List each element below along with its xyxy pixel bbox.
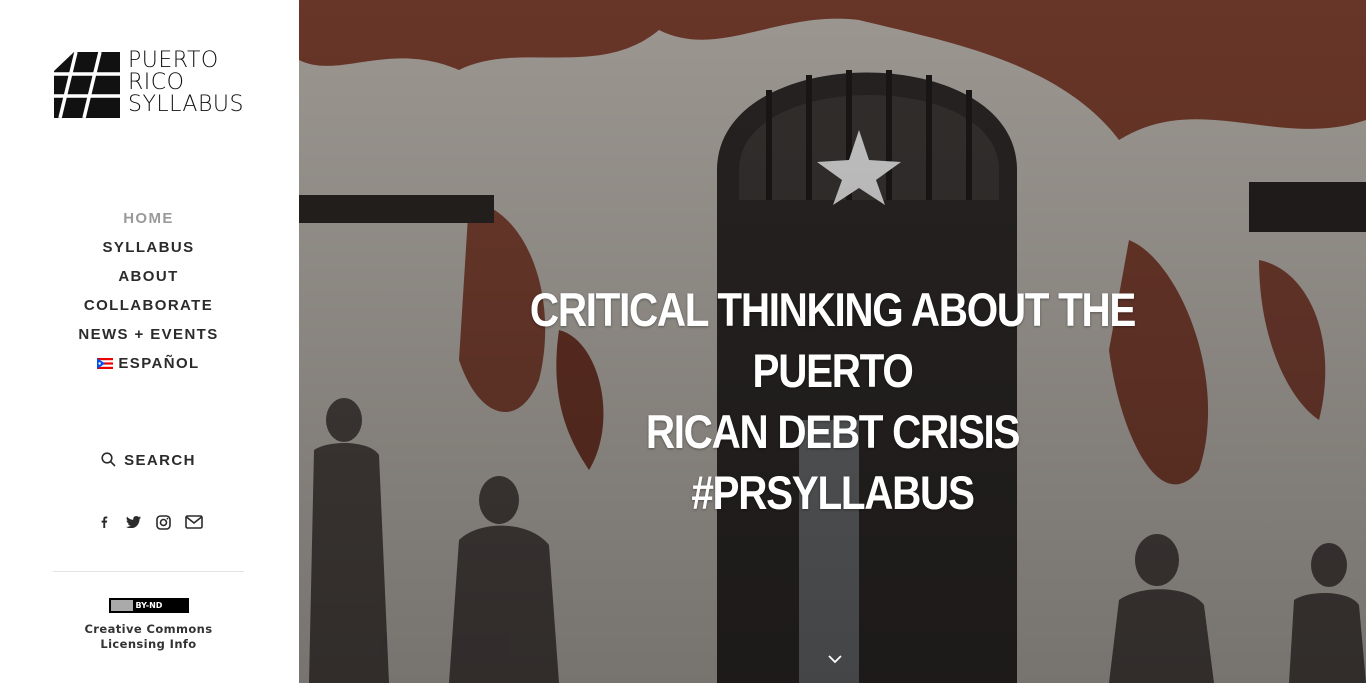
sidebar-divider bbox=[53, 571, 244, 572]
chevron-down-icon[interactable] bbox=[827, 654, 843, 664]
hero-title-line-3: #PRSYLLABUS bbox=[691, 466, 975, 520]
hero-title-line-2: RICAN DEBT CRISIS bbox=[645, 405, 1021, 459]
license-label-line-1: Creative Commons bbox=[84, 622, 213, 636]
license-block: BY-ND Creative Commons Licensing Info bbox=[0, 598, 297, 652]
nav-item-collaborate[interactable]: COLLABORATE bbox=[0, 295, 297, 324]
email-icon[interactable] bbox=[184, 512, 203, 532]
logo-line-3: SYLLABUS bbox=[128, 92, 244, 117]
nav-item-about[interactable]: ABOUT bbox=[0, 266, 297, 295]
creative-commons-badge-icon[interactable]: BY-ND bbox=[108, 598, 189, 613]
hero-title-line-1: CRITICAL THINKING ABOUT THE PUERTO bbox=[529, 283, 1136, 398]
cc-badge-text: BY-ND bbox=[135, 601, 163, 610]
nav-item-espanol-label: ESPAÑOL bbox=[118, 355, 200, 372]
puerto-rico-flag-icon bbox=[97, 358, 114, 369]
instagram-icon[interactable] bbox=[155, 512, 173, 532]
social-links bbox=[0, 512, 297, 532]
logo-wordmark: PUERTO RICO SYLLABUS bbox=[128, 50, 244, 116]
hero-title: CRITICAL THINKING ABOUT THE PUERTO RICAN… bbox=[477, 279, 1188, 523]
logo-line-2: RICO bbox=[128, 70, 185, 95]
license-label-line-2: Licensing Info bbox=[100, 637, 197, 651]
nav-item-home[interactable]: HOME bbox=[0, 208, 297, 237]
logo-line-1: PUERTO bbox=[128, 48, 219, 73]
search-button[interactable]: SEARCH bbox=[0, 452, 297, 469]
facebook-icon[interactable] bbox=[95, 512, 113, 532]
search-icon bbox=[101, 452, 116, 467]
nav-item-syllabus[interactable]: SYLLABUS bbox=[0, 237, 297, 266]
logo-mark-icon bbox=[54, 52, 120, 118]
nav-item-espanol[interactable]: ESPAÑOL bbox=[0, 353, 297, 382]
nav-item-news-events[interactable]: NEWS + EVENTS bbox=[0, 324, 297, 353]
sidebar: PUERTO RICO SYLLABUS HOME SYLLABUS ABOUT… bbox=[0, 0, 299, 683]
main-navigation: HOME SYLLABUS ABOUT COLLABORATE NEWS + E… bbox=[0, 208, 297, 382]
hero-banner: CRITICAL THINKING ABOUT THE PUERTO RICAN… bbox=[299, 0, 1366, 683]
twitter-icon[interactable] bbox=[125, 512, 143, 532]
license-label[interactable]: Creative Commons Licensing Info bbox=[0, 622, 297, 652]
search-label: SEARCH bbox=[124, 452, 196, 469]
site-logo[interactable]: PUERTO RICO SYLLABUS bbox=[54, 50, 244, 118]
